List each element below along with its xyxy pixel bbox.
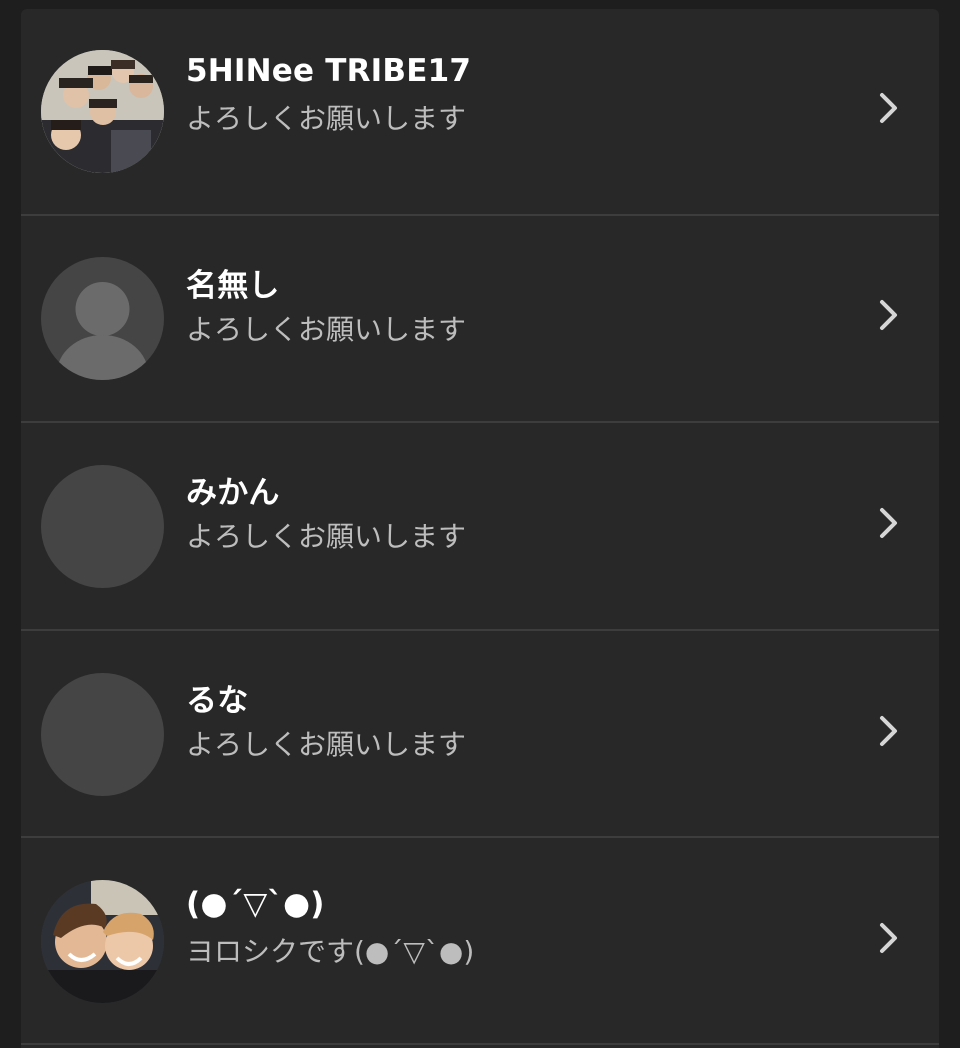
contact-name: (●´▽`●) — [186, 886, 325, 922]
contact-name: 5HINee TRIBE17 — [186, 53, 472, 89]
chevron-right-icon — [880, 300, 897, 330]
contact-row-4[interactable]: るな よろしくお願いします — [21, 631, 939, 837]
contact-name: みかん — [186, 475, 280, 511]
contact-avatar-blank — [41, 465, 164, 588]
contact-avatar-group-photo — [41, 50, 164, 173]
contact-avatar-blank — [41, 673, 164, 796]
person-icon — [41, 257, 164, 380]
contact-name: 名無し — [186, 268, 280, 304]
contact-avatar-duo-photo — [41, 880, 164, 1003]
contact-message: よろしくお願いします — [186, 313, 467, 346]
contact-name: るな — [186, 683, 249, 719]
contact-row-2[interactable]: 名無し よろしくお願いします — [21, 216, 939, 422]
chevron-right-icon — [880, 93, 897, 123]
contact-message: よろしくお願いします — [186, 728, 467, 761]
contact-row-1[interactable]: 5HINee TRIBE17 よろしくお願いします — [21, 9, 939, 215]
contact-message: ヨロシクです(●´▽`●) — [186, 935, 475, 968]
chevron-right-icon — [880, 923, 897, 953]
row-divider — [21, 1043, 939, 1045]
contact-message: よろしくお願いします — [186, 520, 467, 553]
contact-message: よろしくお願いします — [186, 102, 467, 135]
chevron-right-icon — [880, 716, 897, 746]
contact-row-3[interactable]: みかん よろしくお願いします — [21, 423, 939, 629]
contact-row-5[interactable]: (●´▽`●) ヨロシクです(●´▽`●) — [21, 838, 939, 1044]
chevron-right-icon — [880, 508, 897, 538]
